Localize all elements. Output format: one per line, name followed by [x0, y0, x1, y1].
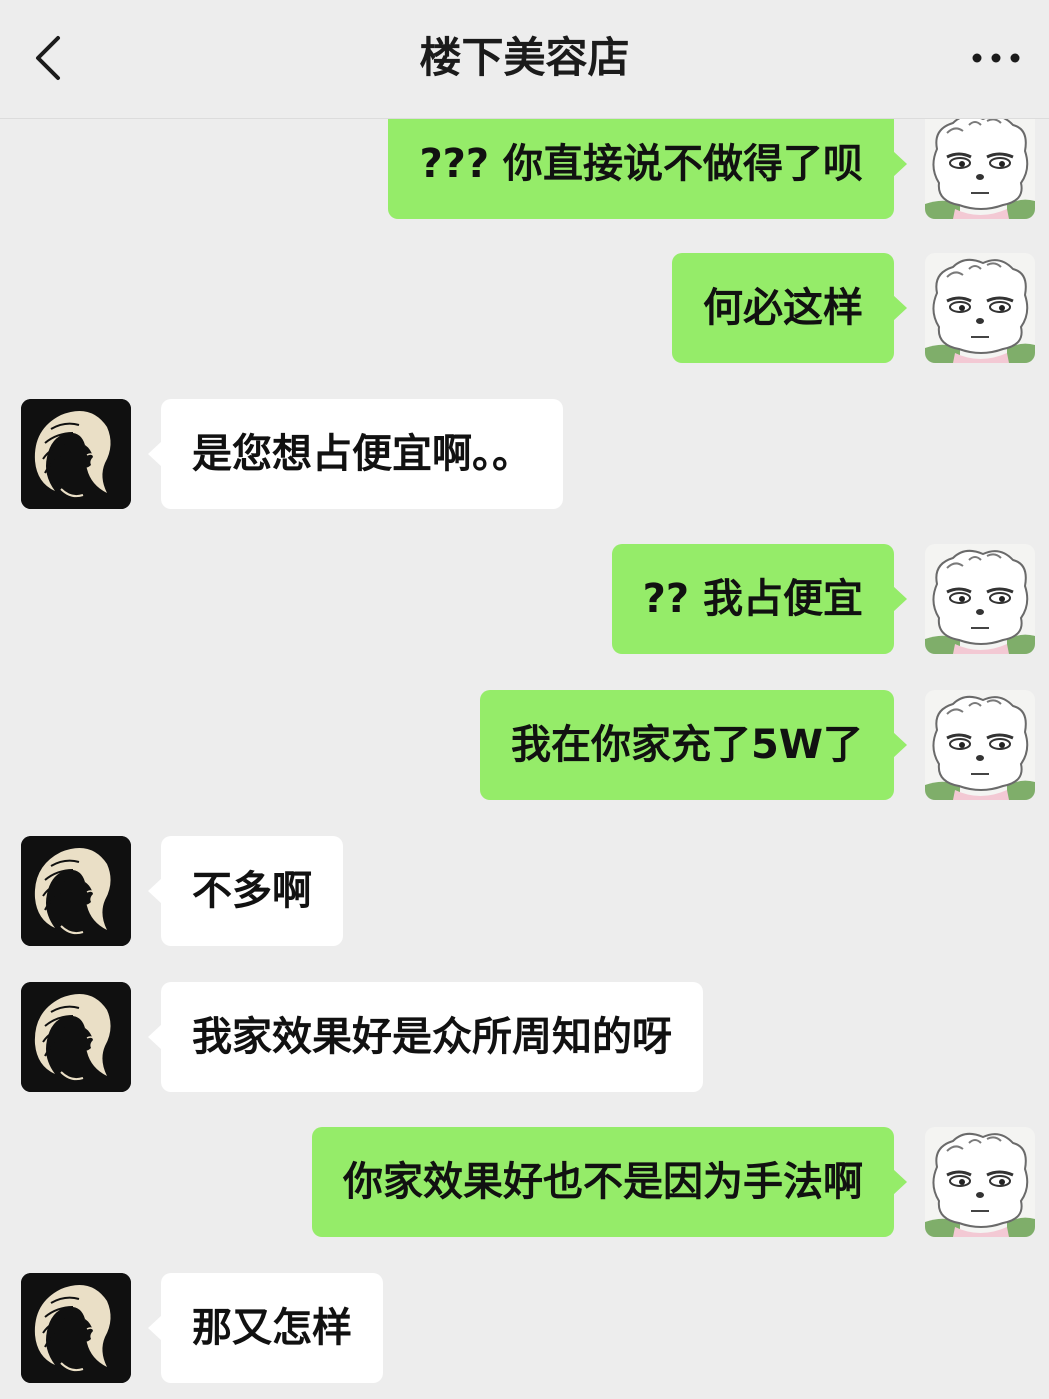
chat-header: 楼下美容店 — [0, 0, 1049, 119]
contact-avatar[interactable] — [21, 1273, 131, 1383]
self-avatar[interactable] — [925, 544, 1035, 654]
contact-avatar[interactable] — [21, 399, 131, 509]
chat-title: 楼下美容店 — [419, 33, 630, 82]
sent-message-bubble[interactable]: 何必这样 — [672, 253, 907, 363]
message-row: ?? 我占便宜 — [0, 544, 1049, 654]
contact-avatar[interactable] — [21, 836, 131, 946]
more-button[interactable] — [971, 38, 1021, 78]
received-message-bubble[interactable]: 我家效果好是众所周知的呀 — [148, 982, 703, 1092]
self-avatar[interactable] — [925, 690, 1035, 800]
sent-message-bubble[interactable]: ??? 你直接说不做得了呗 — [388, 118, 907, 219]
received-message-bubble[interactable]: 那又怎样 — [148, 1273, 383, 1383]
message-row: ??? 你直接说不做得了呗 — [0, 118, 1049, 219]
message-row: 是您想占便宜啊。。 — [0, 399, 1049, 509]
message-list[interactable]: ??? 你直接说不做得了呗 何必这样 是您想占便宜啊。。 ?? 我占便宜 我在你… — [0, 118, 1049, 1399]
received-message-bubble[interactable]: 不多啊 — [148, 836, 343, 946]
message-row: 你家效果好也不是因为手法啊 — [0, 1127, 1049, 1237]
contact-avatar[interactable] — [21, 982, 131, 1092]
self-avatar[interactable] — [925, 118, 1035, 219]
self-avatar[interactable] — [925, 253, 1035, 363]
message-row: 我家效果好是众所周知的呀 — [0, 982, 1049, 1092]
message-row: 那又怎样 — [0, 1273, 1049, 1383]
self-avatar[interactable] — [925, 1127, 1035, 1237]
sent-message-bubble[interactable]: 我在你家充了5W了 — [480, 690, 907, 800]
sent-message-bubble[interactable]: 你家效果好也不是因为手法啊 — [312, 1127, 907, 1237]
sent-message-bubble[interactable]: ?? 我占便宜 — [611, 544, 908, 654]
more-dots-icon — [972, 53, 1020, 63]
message-row: 何必这样 — [0, 253, 1049, 363]
received-message-bubble[interactable]: 是您想占便宜啊。。 — [148, 399, 563, 509]
message-row: 我在你家充了5W了 — [0, 690, 1049, 800]
message-row: 不多啊 — [0, 836, 1049, 946]
